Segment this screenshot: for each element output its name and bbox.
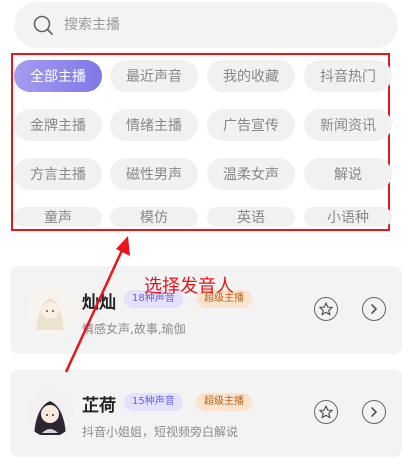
tag-douyin-hot[interactable]: 抖音热门: [304, 60, 392, 92]
tag-minor-language[interactable]: 小语种: [304, 207, 392, 227]
super-anchor-badge: 超级主播: [196, 393, 252, 411]
tag-gold[interactable]: 金牌主播: [14, 109, 102, 141]
favorite-button[interactable]: [314, 400, 338, 424]
avatar: [26, 389, 74, 437]
chevron-right-icon: [371, 304, 377, 314]
annotation-label: 选择发音人: [144, 276, 234, 297]
star-icon: [319, 302, 333, 316]
avatar: [26, 286, 74, 334]
tag-advertising[interactable]: 广告宣传: [207, 109, 295, 141]
voice-name: 芷荷: [82, 396, 116, 416]
tag-magnetic-male[interactable]: 磁性男声: [110, 158, 198, 190]
favorite-button[interactable]: [314, 297, 338, 321]
star-icon: [319, 405, 333, 419]
voice-count-badge: 15种声音: [124, 393, 183, 411]
voice-name: 灿灿: [82, 293, 116, 313]
tag-news[interactable]: 新闻资讯: [304, 109, 392, 141]
tag-recent[interactable]: 最近声音: [110, 60, 198, 92]
chevron-right-icon: [371, 407, 377, 417]
tag-english[interactable]: 英语: [207, 207, 295, 227]
search-input[interactable]: [62, 16, 366, 34]
tag-all-anchors[interactable]: 全部主播: [14, 60, 102, 92]
play-button[interactable]: [362, 297, 386, 321]
tag-dialect[interactable]: 方言主播: [14, 158, 102, 190]
tag-imitation[interactable]: 模仿: [110, 207, 198, 227]
play-button[interactable]: [362, 400, 386, 424]
voice-card[interactable]: 芷荷 15种声音 超级主播 抖音小姐姐，短视频旁白解说: [10, 369, 402, 457]
tag-gentle-female[interactable]: 温柔女声: [207, 158, 295, 190]
search-icon: [33, 15, 53, 35]
tag-favorites[interactable]: 我的收藏: [207, 60, 295, 92]
voice-description: 抖音小姐姐，短视频旁白解说: [82, 425, 239, 439]
tag-emotion[interactable]: 情绪主播: [110, 109, 198, 141]
search-bar[interactable]: [14, 2, 398, 48]
voice-description: 情感女声,故事,瑜伽: [82, 322, 186, 336]
tag-child[interactable]: 童声: [14, 207, 102, 227]
tag-commentary[interactable]: 解说: [304, 158, 392, 190]
